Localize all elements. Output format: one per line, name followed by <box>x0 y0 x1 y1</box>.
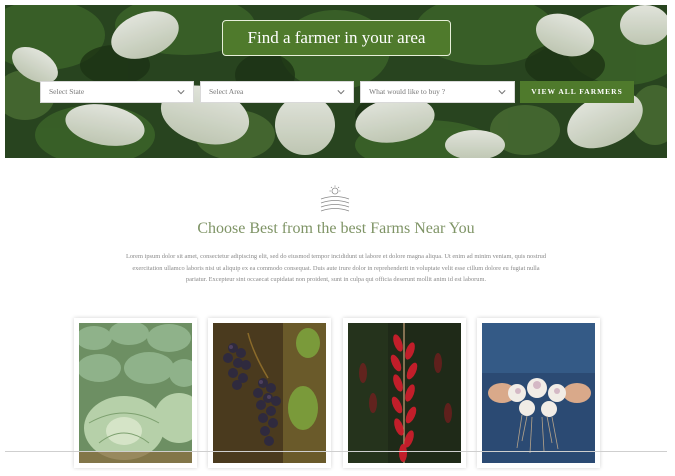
farm-card[interactable] <box>477 318 600 468</box>
farm-field-sun-icon <box>320 185 350 212</box>
chevron-down-icon <box>498 90 506 95</box>
chevron-down-icon <box>337 90 345 95</box>
state-select-placeholder: Select State <box>49 87 85 96</box>
divider <box>5 451 667 452</box>
hands-holding-garlic-image <box>482 323 595 463</box>
view-all-farmers-button[interactable]: VIEW ALL FARMERS <box>520 81 634 103</box>
red-chili-peppers-image <box>348 323 461 463</box>
farm-card[interactable] <box>343 318 466 468</box>
chevron-down-icon <box>177 90 185 95</box>
area-select-placeholder: Select Area <box>209 87 244 96</box>
area-select[interactable]: Select Area <box>200 81 354 103</box>
hero-banner: Find a farmer in your area Select State … <box>5 5 667 158</box>
state-select[interactable]: Select State <box>40 81 194 103</box>
page-frame: Find a farmer in your area Select State … <box>5 5 667 471</box>
farm-card[interactable] <box>208 318 331 468</box>
farm-card[interactable] <box>74 318 197 468</box>
section-title: Choose Best from the best Farms Near You <box>197 220 475 237</box>
product-select-placeholder: What would like to buy ? <box>369 87 446 96</box>
product-select[interactable]: What would like to buy ? <box>360 81 515 103</box>
grape-cluster-image <box>213 323 326 463</box>
section-description: Lorem ipsum dolor sit amet, consectetur … <box>125 253 547 283</box>
hero-title: Find a farmer in your area <box>222 20 451 56</box>
cabbage-field-image <box>79 323 192 463</box>
